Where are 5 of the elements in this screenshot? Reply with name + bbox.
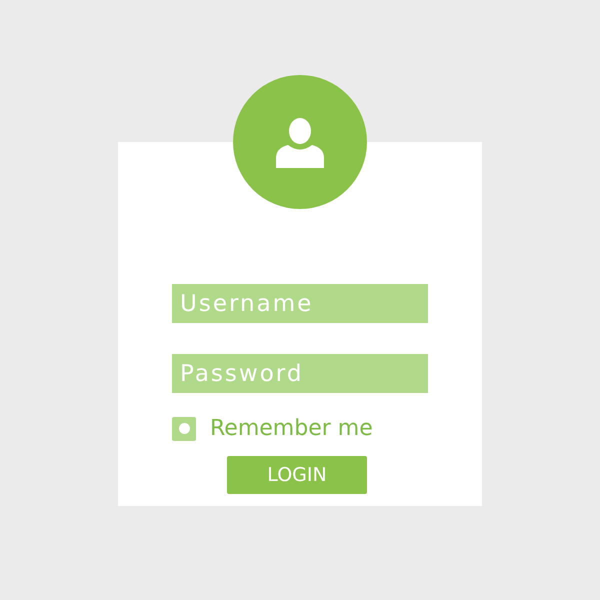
login-button[interactable]: LOGIN bbox=[227, 456, 367, 494]
password-field[interactable]: Password bbox=[172, 354, 428, 393]
remember-label: Remember me bbox=[210, 416, 373, 441]
username-field[interactable]: Username bbox=[172, 284, 428, 323]
remember-checkbox[interactable] bbox=[172, 416, 196, 440]
